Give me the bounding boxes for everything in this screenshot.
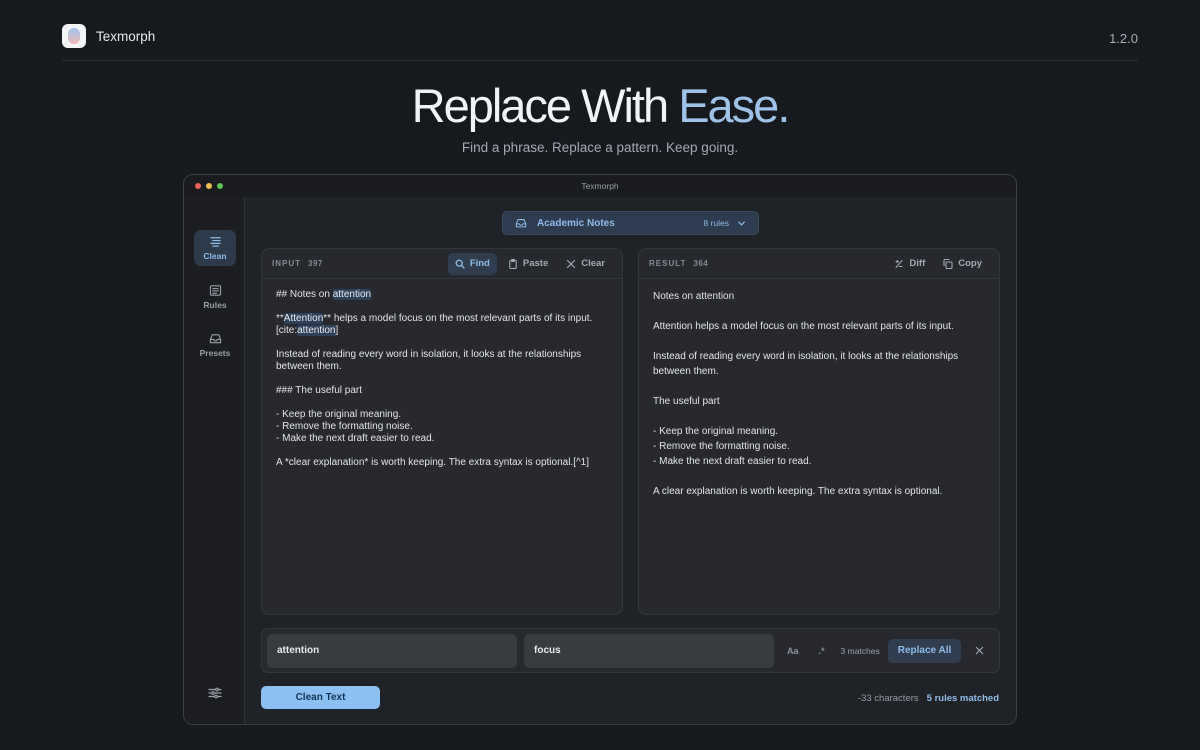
hero-title-accent: Ease. [678,79,790,132]
result-line: A clear explanation is worth keeping. Th… [653,486,943,497]
result-output: Notes on attention Attention helps a mod… [639,279,999,509]
find-input[interactable] [267,633,517,668]
paste-button-label: Paste [522,258,549,269]
clean-text-button[interactable]: Clean Text [261,686,380,709]
input-panel: INPUT 397 Find Paste Clear ## Notes on a… [261,248,623,615]
window-title: Texmorph [581,181,619,191]
app-window: Texmorph Clean Rules Presets Academic No… [183,174,1017,725]
input-line: A *clear explanation* is worth keeping. … [276,457,590,468]
window-titlebar: Texmorph [184,175,1016,197]
search-icon [455,259,465,269]
copy-button-label: Copy [958,258,982,269]
sidebar-item-presets[interactable]: Presets [194,327,236,363]
close-icon [567,259,576,268]
char-delta: -33 characters [857,693,919,704]
result-line: Notes on attention [653,291,735,302]
input-line: - Keep the original meaning. - Remove the… [276,409,435,444]
diff-button[interactable]: Diff [887,253,932,275]
preset-name: Academic Notes [537,217,615,229]
brand[interactable]: Texmorph [62,24,155,48]
zoom-window-button[interactable] [217,183,223,189]
result-line: - Keep the original meaning. [653,426,779,437]
replace-all-button[interactable]: Replace All [887,638,962,663]
result-char-count: 364 [693,259,709,268]
site-header: Texmorph 1.2.0 [62,24,1138,61]
paste-button[interactable]: Paste [501,253,555,275]
result-line: Attention helps a model focus on the mos… [653,321,954,332]
copy-button[interactable]: Copy [936,253,989,275]
find-replace-bar: Aa .* 3 matches Replace All [261,628,1000,673]
sidebar: Clean Rules Presets [184,197,245,724]
regex-toggle[interactable]: .* [819,646,825,656]
clean-icon [209,237,221,247]
result-line: Instead of reading every word in isolati… [653,351,959,377]
replace-input[interactable] [524,633,774,668]
input-panel-header: INPUT 397 Find Paste Clear [262,249,622,279]
result-line: - Remove the formatting noise. [653,441,790,452]
input-char-count: 397 [308,259,323,268]
hero-title-main: Replace With [411,79,679,132]
sidebar-item-label: Rules [203,300,227,310]
find-button-label: Find [469,258,490,269]
input-line: ## Notes on attention [276,289,372,300]
close-window-button[interactable] [195,183,201,189]
sliders-icon[interactable] [208,686,222,700]
brand-name: Texmorph [96,28,156,44]
app-logo [62,24,86,48]
input-line: **Attention** helps a model focus on the… [276,313,593,336]
rules-matched-link[interactable]: 5 rules matched [927,693,999,704]
preset-selector[interactable]: Academic Notes 8 rules [502,211,759,235]
input-line: Instead of reading every word in isolati… [276,349,582,372]
sidebar-item-rules[interactable]: Rules [194,279,236,315]
chevron-down-icon [738,221,745,226]
input-line: ### The useful part [276,385,362,396]
result-panel: RESULT 364 Diff Copy Notes on attention … [638,248,1000,615]
diff-icon [895,259,903,268]
input-editor[interactable]: ## Notes on attention **Attention** help… [262,279,622,479]
close-icon[interactable] [975,646,984,655]
find-button[interactable]: Find [447,252,497,275]
result-panel-header: RESULT 364 Diff Copy [639,249,999,279]
inbox-icon [515,219,527,228]
clipboard-icon [509,258,517,269]
hero-title: Replace With Ease. [0,78,1200,133]
hero-subtitle: Find a phrase. Replace a pattern. Keep g… [461,140,739,155]
version-label: 1.2.0 [1109,31,1138,46]
result-line: - Make the next draft easier to read. [653,456,812,467]
sidebar-item-label: Clean [203,251,227,261]
diff-button-label: Diff [909,258,926,269]
result-line: The useful part [653,396,720,407]
copy-icon [943,258,953,269]
rules-icon [209,285,221,296]
input-label: INPUT [272,259,301,268]
result-label: RESULT [649,259,687,268]
footer-stats: -33 characters 5 rules matched [858,693,999,704]
sidebar-item-label: Presets [199,348,231,358]
minimize-window-button[interactable] [206,183,212,189]
presets-icon [209,334,221,344]
traffic-lights [195,183,223,189]
match-case-toggle[interactable]: Aa [787,646,799,656]
clear-button[interactable]: Clear [559,253,612,275]
sidebar-item-clean[interactable]: Clean [194,230,236,266]
clear-button-label: Clear [581,258,605,269]
preset-rule-count: 8 rules [703,218,729,228]
match-count: 3 matches [840,645,880,656]
